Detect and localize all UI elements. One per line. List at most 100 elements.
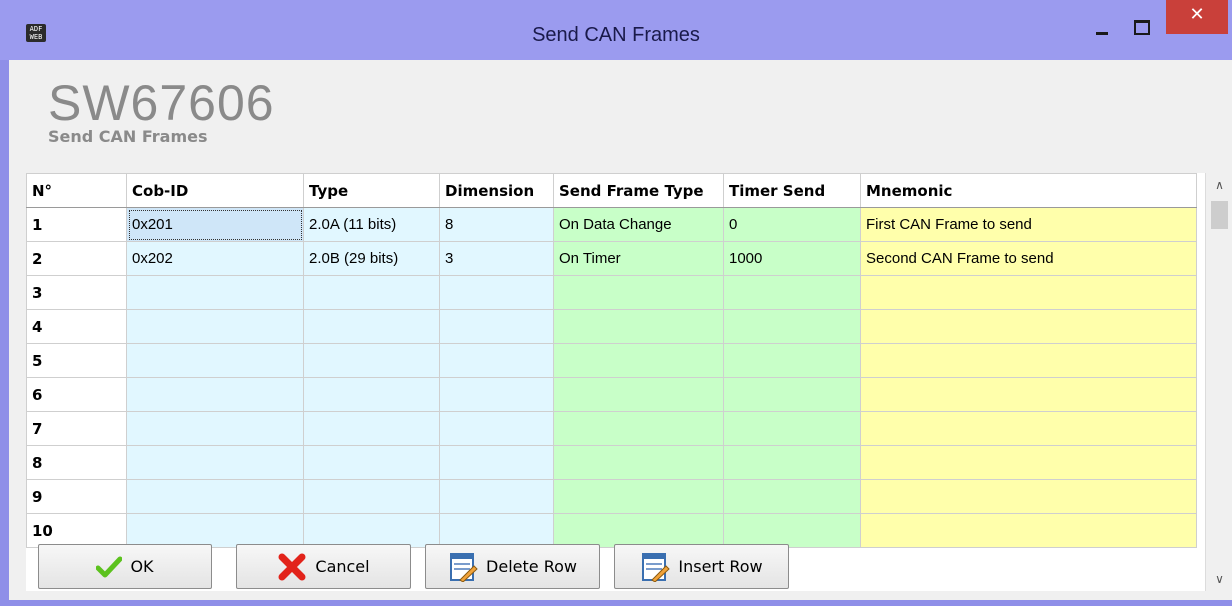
maximize-button[interactable]	[1124, 14, 1158, 44]
type-cell[interactable]	[303, 513, 440, 548]
send-frame-type-cell[interactable]	[553, 513, 724, 548]
dimension-cell[interactable]	[439, 513, 554, 548]
send-frame-type-cell[interactable]	[553, 377, 724, 412]
column-header-dimension[interactable]: Dimension	[439, 173, 554, 208]
timer-send-cell[interactable]	[723, 343, 861, 378]
send-frame-type-cell[interactable]	[553, 309, 724, 344]
table-row[interactable]: 2 0x202 2.0B (29 bits) 3 On Timer 1000 S…	[26, 241, 1197, 276]
dimension-cell[interactable]: 8	[439, 207, 554, 242]
type-cell[interactable]	[303, 343, 440, 378]
dimension-cell[interactable]	[439, 377, 554, 412]
type-cell[interactable]: 2.0A (11 bits)	[303, 207, 440, 242]
timer-send-cell[interactable]	[723, 275, 861, 310]
mnemonic-cell[interactable]	[860, 275, 1197, 310]
column-header-mnemonic[interactable]: Mnemonic	[860, 173, 1197, 208]
row-number-cell[interactable]: 9	[26, 479, 127, 514]
mnemonic-cell[interactable]: First CAN Frame to send	[860, 207, 1197, 242]
scroll-up-icon[interactable]: ∧	[1206, 173, 1232, 197]
dimension-cell[interactable]	[439, 411, 554, 446]
table-row[interactable]: 5	[26, 343, 1197, 378]
mnemonic-cell[interactable]	[860, 377, 1197, 412]
column-header-type[interactable]: Type	[303, 173, 440, 208]
send-frame-type-cell[interactable]: On Timer	[553, 241, 724, 276]
send-frame-type-cell[interactable]	[553, 479, 724, 514]
timer-send-cell[interactable]	[723, 445, 861, 480]
type-cell[interactable]	[303, 411, 440, 446]
cob-id-cell[interactable]	[126, 411, 304, 446]
send-frame-type-cell[interactable]	[553, 343, 724, 378]
send-frame-type-cell[interactable]	[553, 275, 724, 310]
dimension-cell[interactable]	[439, 479, 554, 514]
mnemonic-cell[interactable]	[860, 309, 1197, 344]
row-number-cell[interactable]: 10	[26, 513, 127, 548]
timer-send-cell[interactable]	[723, 377, 861, 412]
cob-id-cell[interactable]: 0x202	[126, 241, 304, 276]
cob-id-cell[interactable]	[126, 275, 304, 310]
cob-id-cell[interactable]: 0x201	[126, 207, 304, 242]
scroll-thumb[interactable]	[1211, 201, 1228, 229]
cancel-button[interactable]: Cancel	[236, 544, 411, 589]
row-number-cell[interactable]: 2	[26, 241, 127, 276]
ok-button[interactable]: OK	[38, 544, 212, 589]
mnemonic-cell[interactable]: Second CAN Frame to send	[860, 241, 1197, 276]
send-frame-type-cell[interactable]: On Data Change	[553, 207, 724, 242]
vertical-scrollbar[interactable]: ∧ ∨	[1205, 173, 1232, 591]
timer-send-cell[interactable]	[723, 309, 861, 344]
table-row[interactable]: 4	[26, 309, 1197, 344]
cob-id-cell[interactable]	[126, 343, 304, 378]
mnemonic-cell[interactable]	[860, 479, 1197, 514]
table-row[interactable]: 6	[26, 377, 1197, 412]
table-row[interactable]: 1 0x201 2.0A (11 bits) 8 On Data Change …	[26, 207, 1197, 242]
mnemonic-cell[interactable]	[860, 411, 1197, 446]
cob-id-cell[interactable]	[126, 513, 304, 548]
row-number-cell[interactable]: 1	[26, 207, 127, 242]
row-number-cell[interactable]: 3	[26, 275, 127, 310]
dimension-cell[interactable]: 3	[439, 241, 554, 276]
type-cell[interactable]	[303, 377, 440, 412]
minimize-button[interactable]	[1088, 14, 1118, 44]
row-number-cell[interactable]: 6	[26, 377, 127, 412]
row-number-cell[interactable]: 5	[26, 343, 127, 378]
scroll-down-icon[interactable]: ∨	[1206, 567, 1232, 591]
timer-send-cell[interactable]: 0	[723, 207, 861, 242]
type-cell[interactable]	[303, 275, 440, 310]
dimension-cell[interactable]	[439, 309, 554, 344]
timer-send-cell[interactable]	[723, 411, 861, 446]
cob-id-cell[interactable]	[126, 445, 304, 480]
type-cell[interactable]	[303, 445, 440, 480]
ok-button-label: OK	[130, 557, 154, 576]
column-header-send-frame-type[interactable]: Send Frame Type	[553, 173, 724, 208]
cob-id-cell[interactable]	[126, 479, 304, 514]
delete-row-button[interactable]: Delete Row	[425, 544, 600, 589]
table-row[interactable]: 7	[26, 411, 1197, 446]
send-frame-type-cell[interactable]	[553, 411, 724, 446]
table-row[interactable]: 8	[26, 445, 1197, 480]
table-row[interactable]: 10	[26, 513, 1197, 548]
row-number-cell[interactable]: 8	[26, 445, 127, 480]
close-button[interactable]: ✕	[1166, 0, 1228, 34]
column-header-number[interactable]: N°	[26, 173, 127, 208]
dimension-cell[interactable]	[439, 445, 554, 480]
type-cell[interactable]	[303, 479, 440, 514]
dimension-cell[interactable]	[439, 275, 554, 310]
table-row[interactable]: 9	[26, 479, 1197, 514]
title-bar[interactable]: ADF WEB Send CAN Frames ✕	[0, 0, 1232, 60]
row-number-cell[interactable]: 4	[26, 309, 127, 344]
mnemonic-cell[interactable]	[860, 343, 1197, 378]
timer-send-cell[interactable]	[723, 513, 861, 548]
row-number-cell[interactable]: 7	[26, 411, 127, 446]
dimension-cell[interactable]	[439, 343, 554, 378]
mnemonic-cell[interactable]	[860, 445, 1197, 480]
send-frame-type-cell[interactable]	[553, 445, 724, 480]
cob-id-cell[interactable]	[126, 309, 304, 344]
column-header-cob-id[interactable]: Cob-ID	[126, 173, 304, 208]
timer-send-cell[interactable]: 1000	[723, 241, 861, 276]
timer-send-cell[interactable]	[723, 479, 861, 514]
type-cell[interactable]: 2.0B (29 bits)	[303, 241, 440, 276]
mnemonic-cell[interactable]	[860, 513, 1197, 548]
table-row[interactable]: 3	[26, 275, 1197, 310]
column-header-timer-send[interactable]: Timer Send	[723, 173, 861, 208]
cob-id-cell[interactable]	[126, 377, 304, 412]
insert-row-button[interactable]: Insert Row	[614, 544, 789, 589]
type-cell[interactable]	[303, 309, 440, 344]
